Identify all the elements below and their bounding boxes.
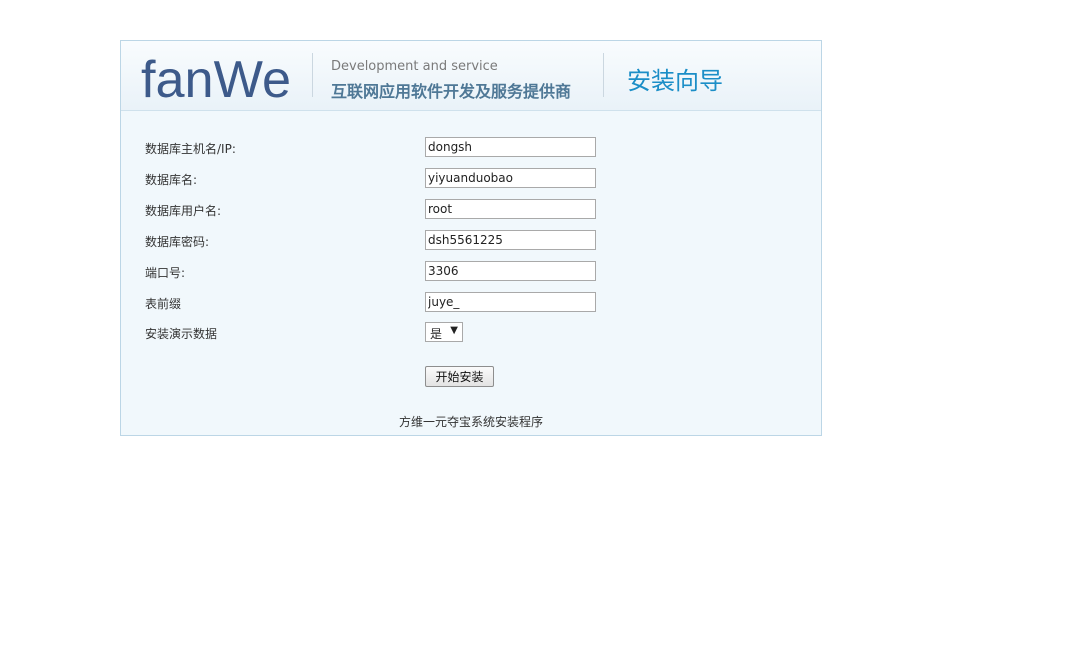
header-divider <box>603 53 604 97</box>
page-title: 安装向导 <box>627 67 723 95</box>
demo-data-select[interactable]: 是 ▼ <box>425 322 463 342</box>
table-prefix-label: 表前缀 <box>145 297 182 311</box>
header-divider <box>312 53 313 97</box>
logo-text: fanWe <box>141 51 291 105</box>
table-prefix-input[interactable] <box>425 292 596 312</box>
port-label: 端口号: <box>145 266 186 280</box>
db-host-input[interactable] <box>425 137 596 157</box>
db-host-label: 数据库主机名/IP: <box>145 142 236 156</box>
db-password-label: 数据库密码: <box>145 235 210 249</box>
port-input[interactable] <box>425 261 596 281</box>
install-wizard-panel: fanWe Development and service 互联网应用软件开发及… <box>120 40 822 436</box>
footer-text: 方维一元夺宝系统安装程序 <box>398 415 543 429</box>
db-user-label: 数据库用户名: <box>145 204 222 218</box>
db-password-input[interactable] <box>425 230 596 250</box>
demo-data-selected-value: 是 <box>430 327 443 341</box>
fanwe-logo: fanWe <box>141 51 291 105</box>
db-name-label: 数据库名: <box>145 173 198 187</box>
db-name-input[interactable] <box>425 168 596 188</box>
triangle-down-icon: ▼ <box>450 325 458 336</box>
tagline-chinese: 互联网应用软件开发及服务提供商 <box>331 82 572 101</box>
wizard-header: fanWe Development and service 互联网应用软件开发及… <box>121 41 821 111</box>
demo-data-label: 安装演示数据 <box>145 327 218 341</box>
db-user-input[interactable] <box>425 199 596 219</box>
start-install-button[interactable]: 开始安装 <box>425 366 494 387</box>
tagline-english: Development and service <box>331 59 498 74</box>
